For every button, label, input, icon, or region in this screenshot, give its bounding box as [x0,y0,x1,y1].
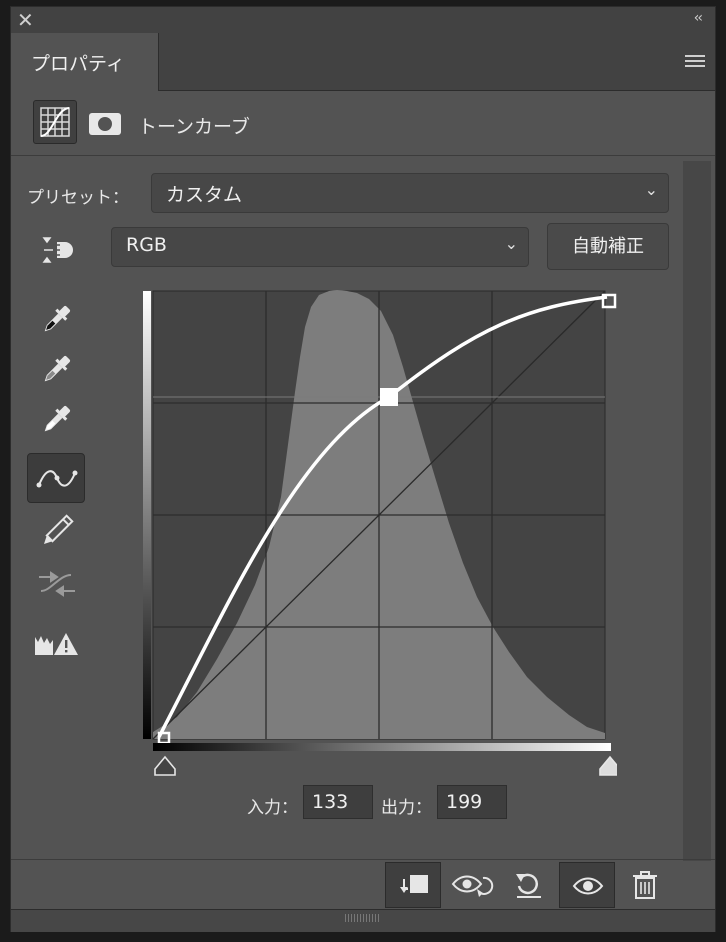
tab-properties[interactable]: プロパティ [11,33,159,91]
chevron-down-icon: ⌄ [644,180,658,199]
curve-point-tool-icon[interactable] [27,453,85,503]
bottom-toolbar [11,859,715,910]
panel-menu-icon[interactable] [685,55,705,70]
scrollbar[interactable] [683,161,711,861]
properties-panel: ✕ ‹‹ プロパティ トーンカーブ プリセット： カスタム ⌄ RGB ⌄ 自動… [10,6,716,932]
reset-icon[interactable] [501,862,557,908]
channel-select[interactable]: RGB ⌄ [111,227,529,267]
clipping-warning-icon[interactable] [27,619,85,669]
targeted-adjustment-icon[interactable] [27,225,85,275]
collapse-icon[interactable]: ‹‹ [694,10,703,26]
preset-select[interactable]: カスタム ⌄ [151,173,669,213]
white-point-eyedropper-icon[interactable] [27,395,85,445]
output-label: 出力： [381,798,432,818]
curve-graph[interactable] [137,287,621,777]
auto-button[interactable]: 自動補正 [547,223,669,270]
white-input-slider [599,755,621,776]
visibility-icon[interactable] [559,862,615,908]
adjustment-header: トーンカーブ [11,91,715,156]
preset-value: カスタム [166,184,243,206]
gray-point-eyedropper-icon[interactable] [27,345,85,395]
adjustment-title: トーンカーブ [138,116,250,138]
smooth-curve-icon[interactable] [27,559,85,609]
clip-to-layer-icon[interactable] [385,862,441,908]
delete-icon[interactable] [617,862,673,908]
input-field[interactable]: 133 [303,785,373,819]
panel-resize-strip [11,909,715,932]
black-input-slider [154,755,176,776]
curve-control-point [380,388,398,406]
close-icon[interactable]: ✕ [17,8,34,32]
pencil-icon[interactable] [27,507,85,557]
tab-label: プロパティ [31,53,125,75]
layer-mask-icon[interactable] [89,113,121,135]
view-previous-icon[interactable] [443,862,499,908]
chevron-down-icon: ⌄ [504,234,518,253]
channel-value: RGB [126,234,167,256]
preset-label: プリセット： [27,188,129,208]
panel-title-bar: ✕ ‹‹ [11,7,715,33]
input-gradient-bar [153,743,611,751]
resize-grip-icon[interactable] [345,914,381,922]
output-field[interactable]: 199 [437,785,507,819]
input-label: 入力： [247,798,298,818]
tab-strip: プロパティ [11,33,715,91]
output-gradient-bar [143,291,151,739]
black-point-eyedropper-icon[interactable] [27,295,85,345]
curves-adjustment-icon[interactable] [33,100,77,144]
